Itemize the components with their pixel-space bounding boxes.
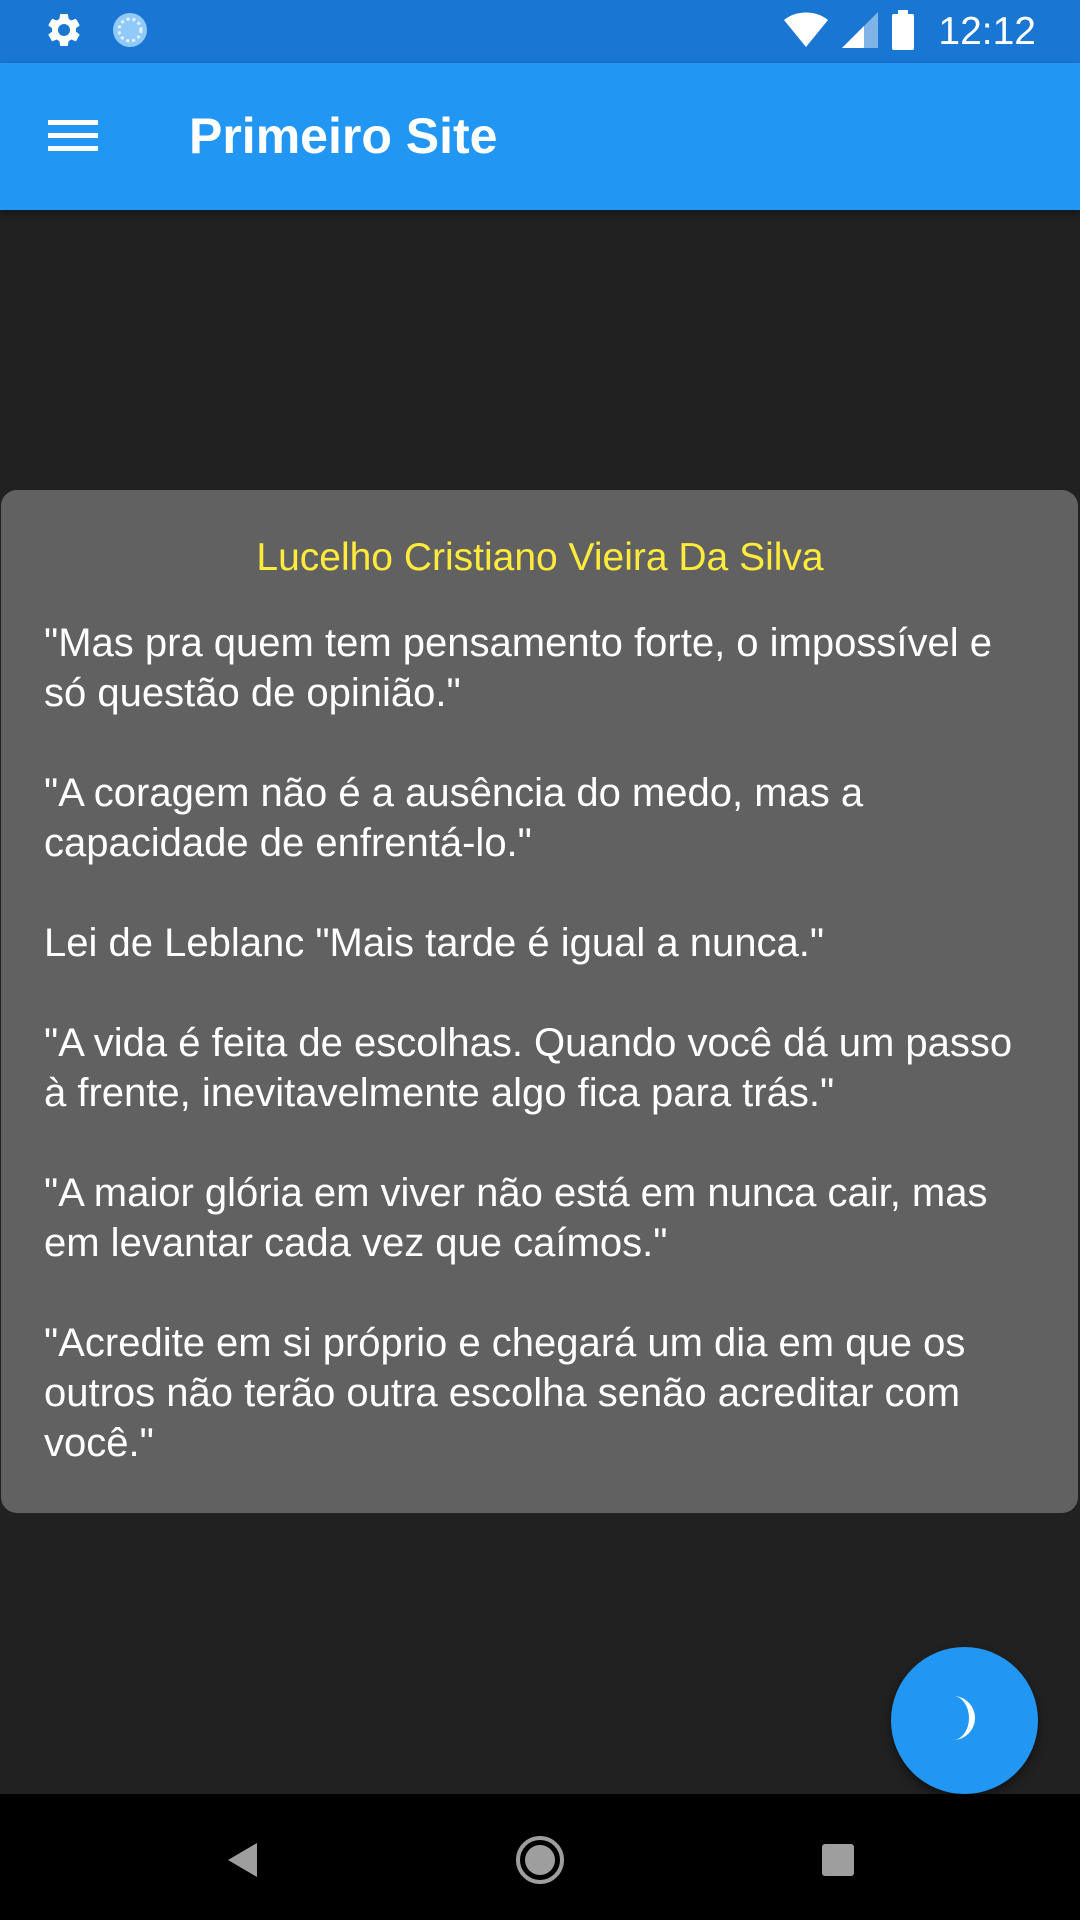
- page-title: Primeiro Site: [189, 108, 498, 164]
- quote-text: "Mas pra quem tem pensamento forte, o im…: [44, 621, 992, 715]
- quotes-card: Lucelho Cristiano Vieira Da Silva "Mas p…: [1, 490, 1078, 1513]
- status-bar: 12:12: [0, 0, 1080, 63]
- battery-icon: [892, 9, 915, 55]
- wifi-icon: [784, 12, 829, 53]
- back-icon: [225, 1841, 259, 1884]
- app-bar: Primeiro Site: [0, 63, 1080, 210]
- sync-icon: [110, 10, 150, 55]
- recents-button[interactable]: [788, 1812, 888, 1912]
- hamburger-menu-icon: [48, 117, 98, 158]
- quote-text: "A vida é feita de escolhas. Quando você…: [44, 1021, 1013, 1115]
- signal-icon: [842, 11, 879, 53]
- quote-text: "A coragem não é a ausência do medo, mas…: [44, 771, 864, 865]
- status-time: 12:12: [938, 10, 1036, 53]
- gear-icon: [44, 10, 84, 55]
- screen: 12:12 Primeiro Site Lucelho Cristiano Vi…: [0, 0, 1080, 1920]
- theme-toggle-button[interactable]: [891, 1647, 1038, 1794]
- moon-icon: [943, 1694, 987, 1747]
- quote-text: Lei de Leblanc "Mais tarde é igual a nun…: [44, 921, 825, 965]
- menu-button[interactable]: [30, 97, 116, 177]
- back-button[interactable]: [192, 1812, 292, 1912]
- recents-icon: [820, 1842, 856, 1883]
- quote-text: "Acredite em si próprio e chegará um dia…: [44, 1321, 966, 1465]
- home-button[interactable]: [490, 1812, 590, 1912]
- card-title: Lucelho Cristiano Vieira Da Silva: [256, 536, 824, 579]
- navigation-bar: [0, 1794, 1080, 1920]
- quote-text: "A maior glória em viver não está em nun…: [44, 1171, 988, 1265]
- home-icon: [514, 1834, 566, 1891]
